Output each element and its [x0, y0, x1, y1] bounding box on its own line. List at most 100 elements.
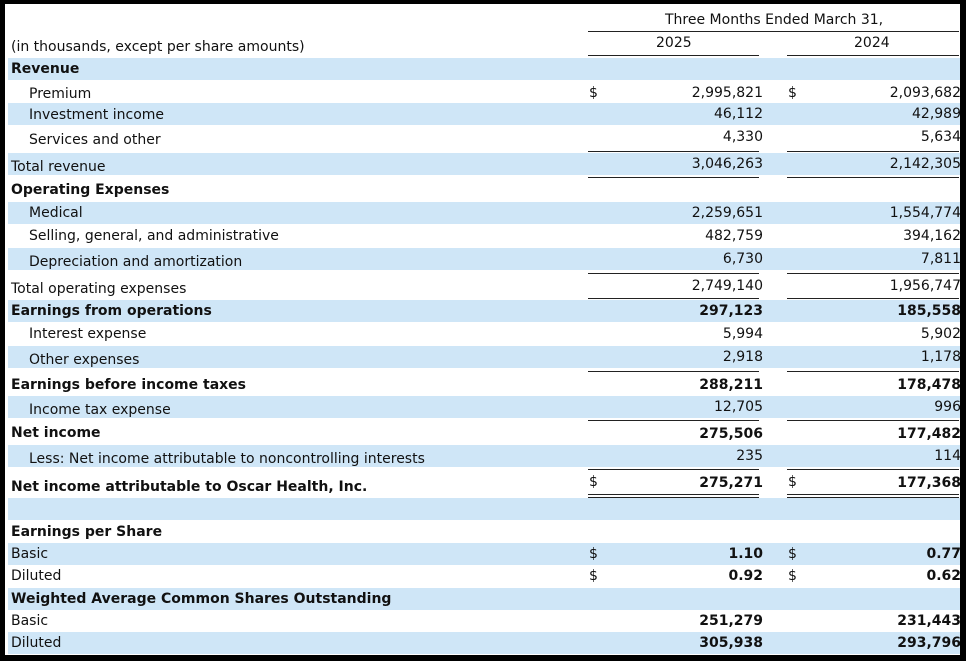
- value-2024: 231,443: [897, 613, 960, 629]
- table-row: Interest expense 5,994 5,902: [8, 323, 960, 345]
- period-header-rule: [588, 31, 959, 32]
- row-label: Diluted: [11, 635, 62, 651]
- row-label: Interest expense: [29, 326, 147, 342]
- total-rule: [787, 177, 959, 178]
- table-row: Income tax expense 12,705 996: [8, 396, 960, 418]
- table-row: Medical 2,259,651 1,554,774: [8, 202, 960, 224]
- value-2024: 178,478: [897, 377, 960, 393]
- value-2024: 996: [934, 399, 960, 415]
- value-2025: 2,259,651: [691, 205, 763, 221]
- table-row: Basic 251,279 231,443: [8, 610, 960, 632]
- currency-symbol: $: [788, 85, 797, 101]
- row-label: Net income attributable to Oscar Health,…: [11, 479, 368, 495]
- value-2025: 2,995,821: [691, 85, 763, 101]
- value-2025: 482,759: [705, 228, 763, 244]
- value-2025: 46,112: [714, 106, 763, 122]
- column-header-rule-2025: [588, 55, 759, 56]
- row-label: Operating Expenses: [11, 182, 170, 198]
- table-row: Revenue: [8, 58, 960, 80]
- value-2025: 1.10: [728, 546, 763, 562]
- row-label: Basic: [11, 613, 49, 629]
- value-2024: 0.77: [926, 546, 960, 562]
- currency-symbol: $: [788, 568, 797, 584]
- double-rule: [787, 494, 959, 495]
- table-row: Net income attributable to Oscar Health,…: [8, 471, 960, 495]
- table-row: Investment income 46,112 42,989: [8, 103, 960, 125]
- value-2024: 2,093,682: [889, 85, 960, 101]
- value-2025: 251,279: [699, 613, 763, 629]
- value-2025: 2,749,140: [691, 278, 763, 294]
- row-label: Total operating expenses: [11, 281, 187, 297]
- value-2024: 293,796: [897, 635, 960, 651]
- table-row: Operating Expenses: [8, 179, 960, 201]
- row-label: Total revenue: [11, 159, 106, 175]
- value-2025: 297,123: [699, 303, 763, 319]
- value-2024: 2,142,305: [889, 156, 960, 172]
- value-2024: 7,811: [920, 251, 960, 267]
- value-2025: 4,330: [722, 129, 763, 145]
- double-rule: [588, 494, 759, 495]
- value-2024: 0.62: [926, 568, 960, 584]
- table-row: Other expenses 2,918 1,178: [8, 346, 960, 368]
- subtotal-rule: [588, 371, 759, 372]
- total-rule: [588, 298, 759, 299]
- table-row: Selling, general, and administrative 482…: [8, 225, 960, 247]
- value-2024: 177,368: [897, 475, 960, 491]
- unit-note: (in thousands, except per share amounts): [11, 39, 305, 55]
- value-2025: 6,730: [722, 251, 763, 267]
- row-label: Premium: [29, 86, 92, 102]
- value-2024: 1,956,747: [889, 278, 960, 294]
- subtotal-rule: [588, 420, 759, 421]
- value-2025: 0.92: [728, 568, 763, 584]
- table-row: Basic $ 1.10 $ 0.77: [8, 543, 960, 565]
- table-row: Earnings per Share: [8, 520, 960, 542]
- table-row: Earnings from operations 297,123 185,558: [8, 300, 960, 322]
- value-2025: 235: [736, 448, 763, 464]
- currency-symbol: $: [788, 474, 797, 490]
- subtotal-rule: [787, 469, 959, 470]
- value-2025: 12,705: [714, 399, 763, 415]
- row-label: Depreciation and amortization: [29, 254, 243, 270]
- subtotal-rule: [787, 273, 959, 274]
- value-2025: 305,938: [699, 635, 763, 651]
- column-header-rule-2024: [787, 55, 959, 56]
- row-label: Income tax expense: [29, 402, 171, 418]
- subtotal-rule: [588, 273, 759, 274]
- value-2024: 1,178: [920, 349, 960, 365]
- row-label: Investment income: [29, 107, 165, 123]
- value-2024: 5,634: [920, 129, 960, 145]
- value-2024: 5,902: [920, 326, 960, 342]
- currency-symbol: $: [589, 568, 598, 584]
- row-label: Earnings per Share: [11, 524, 163, 540]
- table-row: Weighted Average Common Shares Outstandi…: [8, 588, 960, 610]
- total-rule: [787, 298, 959, 299]
- row-label: Medical: [29, 205, 83, 221]
- table-row: Less: Net income attributable to noncont…: [8, 445, 960, 467]
- value-2024: 394,162: [903, 228, 960, 244]
- row-label: Earnings before income taxes: [11, 377, 247, 393]
- value-2025: 5,994: [722, 326, 763, 342]
- row-label: Other expenses: [29, 352, 140, 368]
- currency-symbol: $: [589, 474, 598, 490]
- row-label: Diluted: [11, 568, 62, 584]
- table-row: Earnings before income taxes 288,211 178…: [8, 373, 960, 395]
- value-2024: 114: [934, 448, 960, 464]
- value-2024: 1,554,774: [889, 205, 960, 221]
- table-row: Depreciation and amortization 6,730 7,81…: [8, 248, 960, 270]
- row-label: Selling, general, and administrative: [29, 228, 279, 244]
- row-label: Earnings from operations: [11, 303, 212, 319]
- period-header: Three Months Ended March 31,: [665, 12, 884, 28]
- value-2025: 288,211: [699, 377, 763, 393]
- value-2025: 275,506: [699, 426, 763, 442]
- value-2024: 42,989: [912, 106, 960, 122]
- table-row: Net income 275,506 177,482: [8, 422, 960, 444]
- financial-statement-table: Three Months Ended March 31, (in thousan…: [5, 4, 960, 655]
- table-row: Diluted 305,938 293,796: [8, 632, 960, 654]
- subtotal-rule: [787, 151, 959, 152]
- currency-symbol: $: [589, 546, 598, 562]
- value-2025: 3,046,263: [691, 156, 763, 172]
- column-header-2024: 2024: [854, 35, 890, 51]
- spacer-row: [8, 498, 960, 520]
- row-label: Weighted Average Common Shares Outstandi…: [11, 591, 392, 607]
- subtotal-rule: [787, 420, 959, 421]
